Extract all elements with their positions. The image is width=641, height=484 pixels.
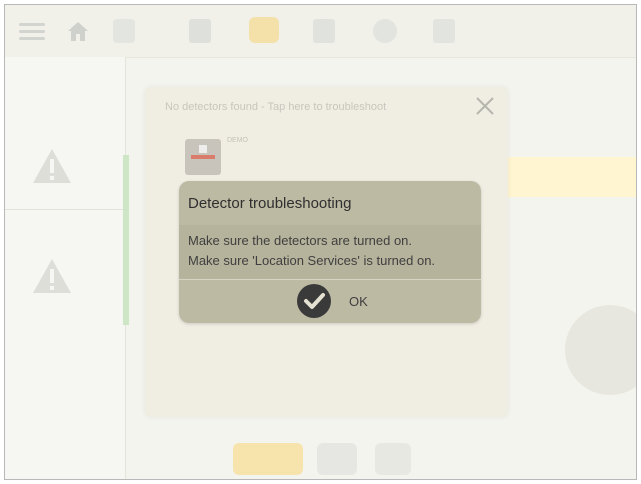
toolbar-icon-1[interactable] [113,19,135,43]
status-strip [123,155,129,325]
sidebar [5,57,126,479]
highlight-strip [505,157,636,197]
checkmark-icon [297,284,331,318]
dialog-body: Make sure the detectors are turned on. M… [179,225,481,279]
toolbar-icon-active[interactable] [249,17,279,43]
close-icon[interactable] [474,95,496,117]
warning-icon [33,259,71,293]
warning-icon [33,149,71,183]
bottom-tab-active[interactable] [233,443,303,475]
demo-detector-icon[interactable] [185,139,221,175]
hamburger-icon[interactable] [19,19,45,43]
dialog-title: Detector troubleshooting [188,195,352,212]
ok-button[interactable]: OK [179,280,481,323]
top-toolbar [5,5,636,58]
panel-title[interactable]: No detectors found - Tap here to trouble… [165,101,386,113]
ok-label: OK [349,294,368,309]
dialog-message: Make sure the detectors are turned on. [188,233,413,248]
dialog-message: Make sure 'Location Services' is turned … [188,253,436,268]
home-icon[interactable] [65,19,91,43]
app-window: No detectors found - Tap here to trouble… [4,4,637,480]
demo-label: DEMO [227,137,248,144]
troubleshooting-dialog: Detector troubleshooting Make sure the d… [179,181,481,323]
settings-icon[interactable] [373,19,397,43]
bottom-tab[interactable] [375,443,411,475]
divider [5,209,125,210]
toolbar-icon-3[interactable] [313,19,335,43]
background-shape [565,305,636,395]
bottom-tab[interactable] [317,443,357,475]
toolbar-icon-2[interactable] [189,19,211,43]
toolbar-icon-4[interactable] [433,19,455,43]
